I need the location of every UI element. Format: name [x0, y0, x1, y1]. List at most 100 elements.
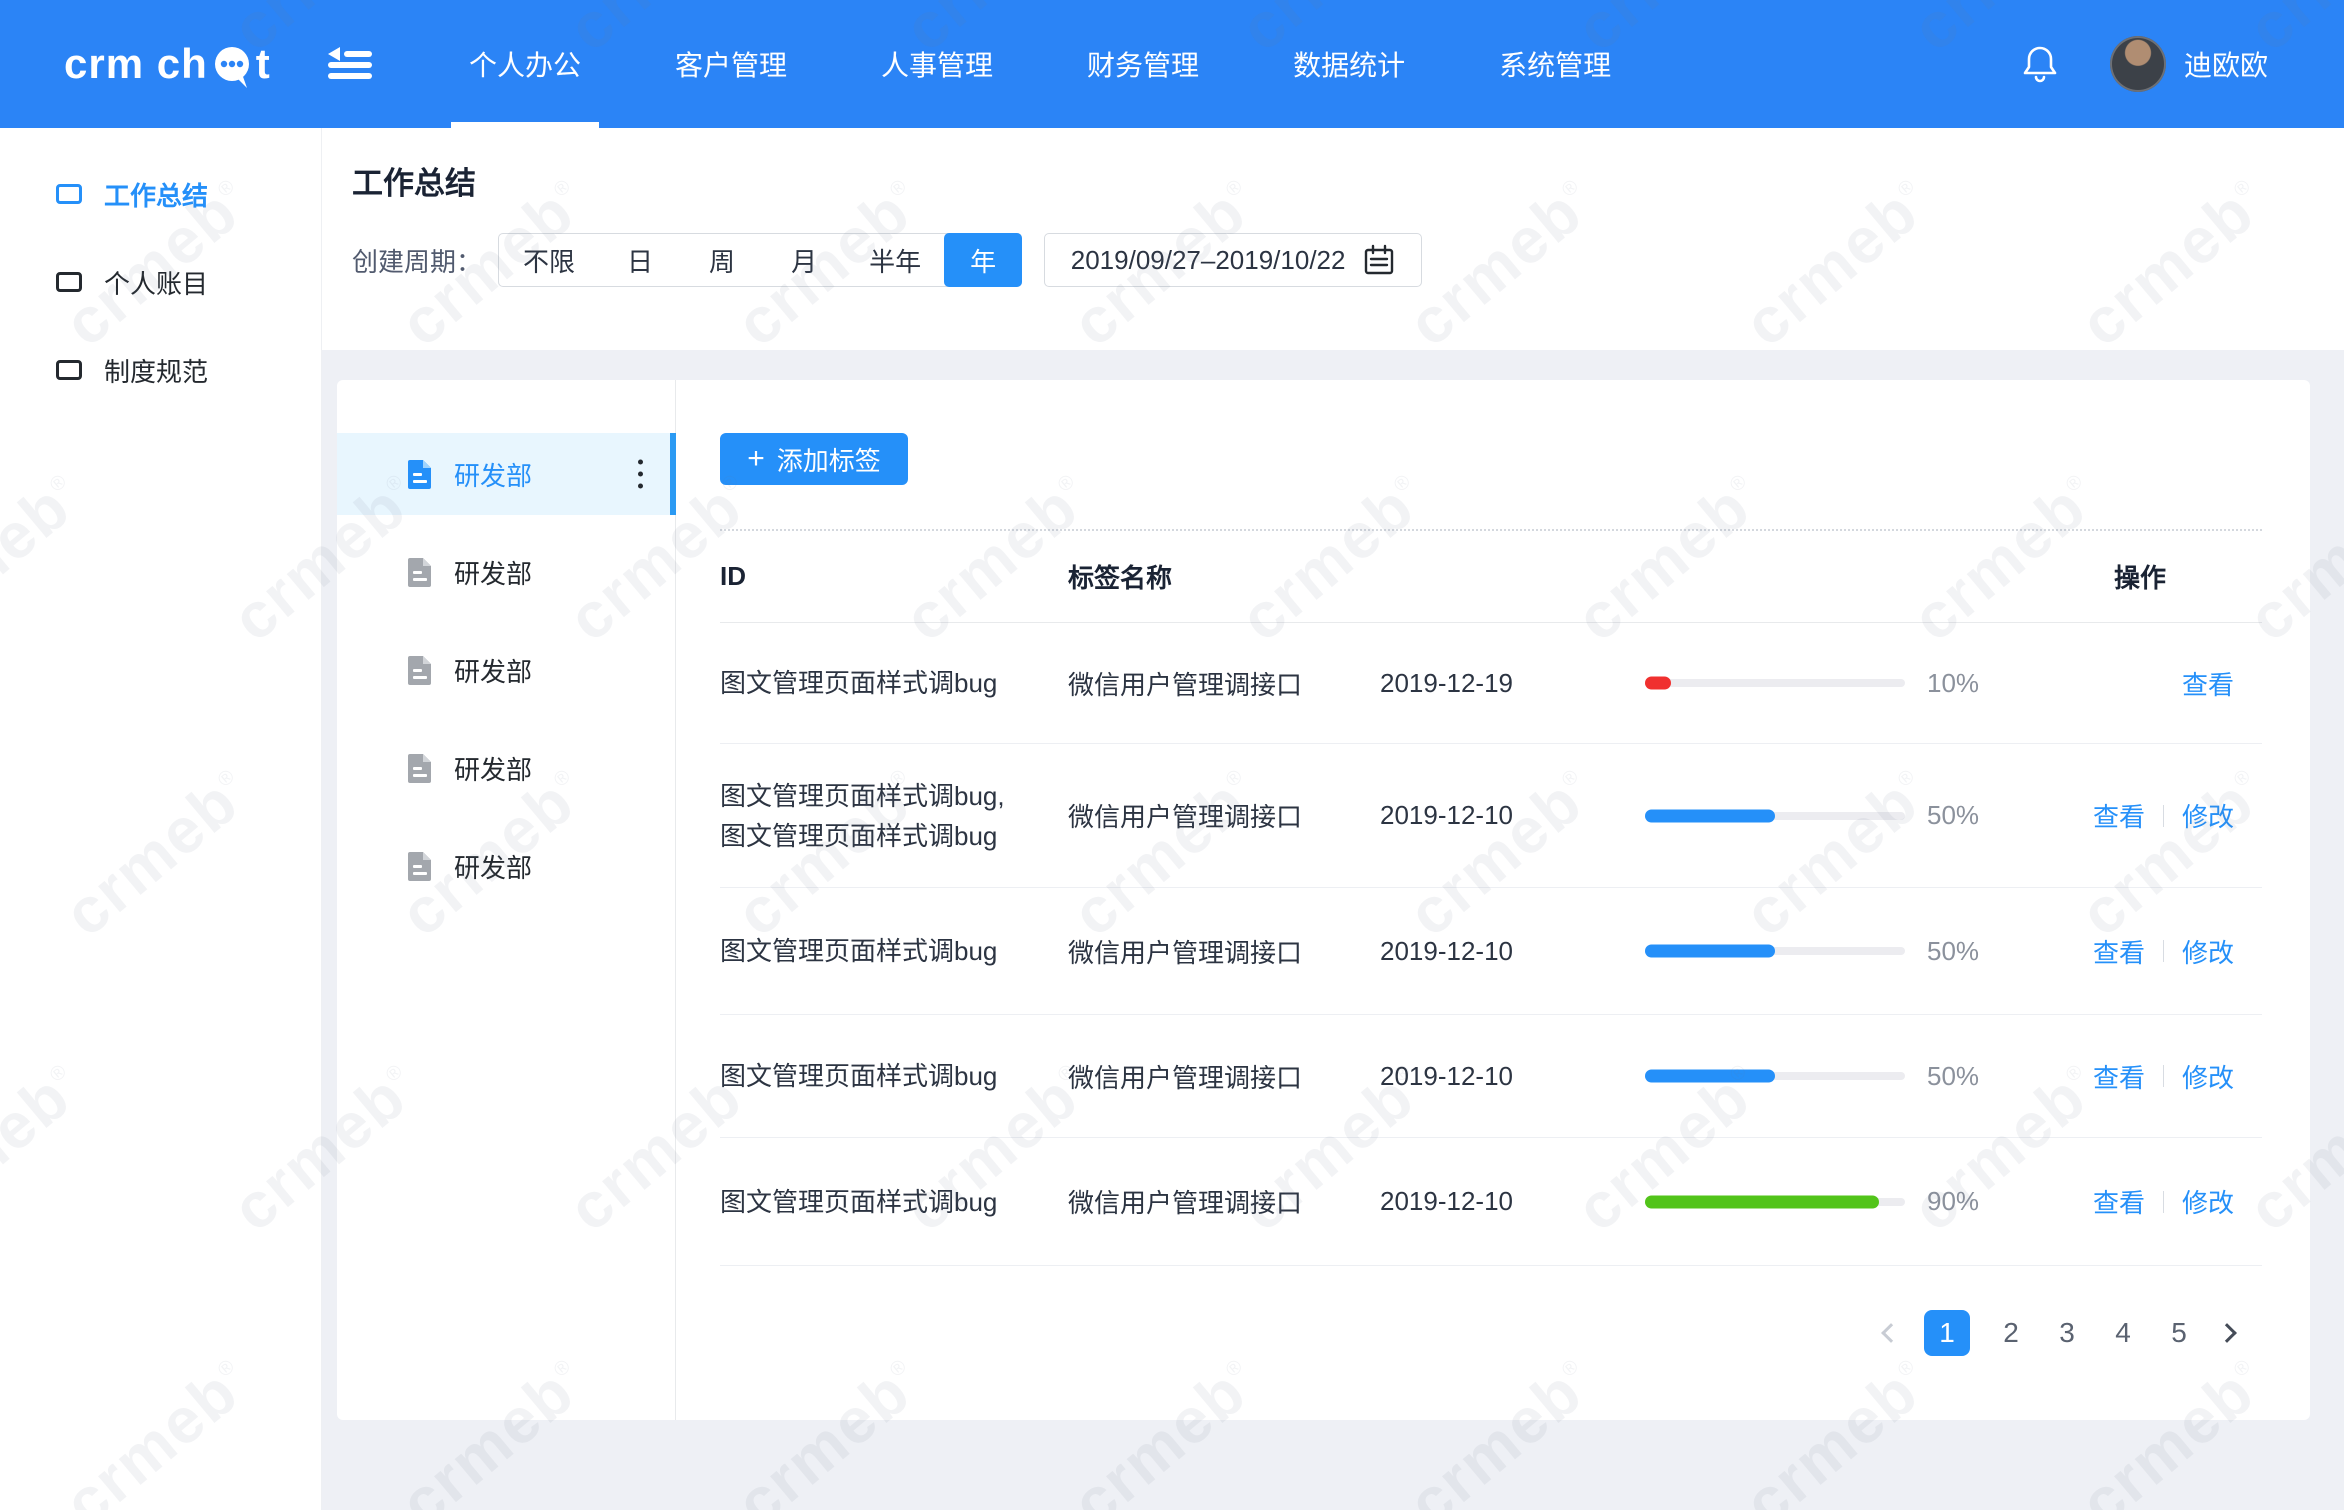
action-divider: [2163, 1191, 2164, 1213]
top-navigation: 个人办公 客户管理 人事管理 财务管理 数据统计 系统管理: [422, 0, 1658, 128]
user-name[interactable]: 迪欧欧: [2184, 44, 2268, 84]
progress-bar: [1645, 1072, 1905, 1080]
page-number-4[interactable]: 4: [2108, 1317, 2138, 1349]
cell-percent: 50%: [1927, 1061, 2015, 1092]
cell-task: 图文管理页面样式调bug, 图文管理页面样式调bug: [720, 776, 1068, 856]
add-tag-button[interactable]: + 添加标签: [720, 433, 908, 485]
page-number-1[interactable]: 1: [1924, 1310, 1970, 1356]
filter-panel: 工作总结 创建周期： 不限 日 周 月 半年 年 2019/09/27–2019…: [322, 128, 2344, 350]
chat-bubble-icon: [210, 44, 254, 90]
edit-link[interactable]: 修改: [2182, 1058, 2234, 1095]
cell-percent: 50%: [1927, 936, 2015, 967]
app-logo[interactable]: crm ch t: [0, 38, 322, 90]
logo-text-part1: crm ch: [64, 40, 208, 88]
table-row: 图文管理页面样式调bug 微信用户管理调接口 2019-12-10 50% 查看…: [720, 1015, 2262, 1138]
next-page-button[interactable]: [2220, 1326, 2234, 1340]
document-icon: [407, 753, 434, 784]
page-title: 工作总结: [352, 158, 2344, 203]
filter-label: 创建周期：: [352, 242, 482, 279]
header-right-group: 迪欧欧: [2022, 36, 2344, 92]
work-summary-card: 研发部 研发部: [337, 380, 2310, 1420]
group-more-menu-icon[interactable]: [632, 454, 649, 495]
group-item-rd-dept[interactable]: 研发部: [337, 825, 675, 907]
action-divider: [2163, 805, 2164, 827]
sidebar-item-rules[interactable]: 制度规范: [0, 326, 321, 414]
date-range-value: 2019/09/27–2019/10/22: [1071, 245, 1346, 276]
period-segmented-control: 不限 日 周 月 半年 年: [498, 233, 1022, 287]
cell-date: 2019-12-10: [1380, 1061, 1645, 1092]
segment-week[interactable]: 周: [681, 234, 763, 286]
view-link[interactable]: 查看: [2093, 797, 2145, 834]
cell-task: 图文管理页面样式调bug: [720, 1182, 1068, 1222]
group-item-rd-dept[interactable]: 研发部: [337, 727, 675, 809]
edit-link[interactable]: 修改: [2182, 933, 2234, 970]
cell-tag-name: 微信用户管理调接口: [1068, 797, 1380, 834]
prev-page-button[interactable]: [1884, 1326, 1898, 1340]
page-number-2[interactable]: 2: [1996, 1317, 2026, 1349]
group-item-rd-dept[interactable]: 研发部: [337, 433, 675, 515]
nav-item-personal-office[interactable]: 个人办公: [469, 0, 581, 128]
segment-unlimited[interactable]: 不限: [499, 234, 599, 286]
logo-text-part2: t: [256, 40, 271, 88]
plus-icon: +: [747, 444, 765, 474]
cell-percent: 90%: [1927, 1186, 2015, 1217]
table-row: 图文管理页面样式调bug 微信用户管理调接口 2019-12-10 90% 查看…: [720, 1138, 2262, 1266]
nav-item-system-mgmt[interactable]: 系统管理: [1499, 0, 1611, 128]
table-row: 图文管理页面样式调bug 微信用户管理调接口 2019-12-10 50% 查看…: [720, 888, 2262, 1015]
segment-day[interactable]: 日: [599, 234, 681, 286]
segment-year[interactable]: 年: [944, 233, 1022, 287]
department-group-list: 研发部 研发部: [337, 380, 676, 1420]
segment-half-year[interactable]: 半年: [845, 234, 945, 286]
tag-table-area: + 添加标签 ID 标签名称 操作 图文管理页面样式调bug: [676, 380, 2310, 1420]
action-divider: [2163, 1065, 2164, 1087]
document-icon: [407, 655, 434, 686]
segment-month[interactable]: 月: [763, 234, 845, 286]
cell-task: 图文管理页面样式调bug: [720, 663, 1068, 703]
sidebar-item-personal-account[interactable]: 个人账目: [0, 238, 321, 326]
user-avatar[interactable]: [2110, 36, 2166, 92]
pagination: 1 2 3 4 5: [720, 1310, 2262, 1356]
left-sidebar: 工作总结 个人账目 制度规范: [0, 128, 322, 1510]
cell-percent: 10%: [1927, 668, 2015, 699]
header-action: 操作: [2114, 558, 2166, 595]
document-icon: [407, 459, 434, 490]
sidebar-collapse-icon[interactable]: [322, 44, 382, 84]
view-link[interactable]: 查看: [2093, 933, 2145, 970]
view-link[interactable]: 查看: [2093, 1058, 2145, 1095]
cell-date: 2019-12-10: [1380, 1186, 1645, 1217]
cell-date: 2019-12-10: [1380, 936, 1645, 967]
table-row: 图文管理页面样式调bug 微信用户管理调接口 2019-12-19 10% 查看: [720, 623, 2262, 744]
page-number-3[interactable]: 3: [2052, 1317, 2082, 1349]
panel-icon: [56, 272, 82, 292]
notification-bell-icon[interactable]: [2022, 44, 2058, 84]
header-tag-name: 标签名称: [1068, 558, 1380, 595]
cell-date: 2019-12-10: [1380, 800, 1645, 831]
table-header-row: ID 标签名称 操作: [720, 531, 2262, 623]
nav-item-hr-mgmt[interactable]: 人事管理: [881, 0, 993, 128]
view-link[interactable]: 查看: [2182, 665, 2234, 702]
progress-bar: [1645, 947, 1905, 955]
progress-bar: [1645, 1198, 1905, 1206]
cell-task: 图文管理页面样式调bug: [720, 931, 1068, 971]
cell-percent: 50%: [1927, 800, 2015, 831]
panel-icon: [56, 360, 82, 380]
cell-tag-name: 微信用户管理调接口: [1068, 1058, 1380, 1095]
cell-task: 图文管理页面样式调bug: [720, 1056, 1068, 1096]
group-item-rd-dept[interactable]: 研发部: [337, 531, 675, 613]
edit-link[interactable]: 修改: [2182, 1183, 2234, 1220]
date-range-picker[interactable]: 2019/09/27–2019/10/22: [1044, 233, 1422, 287]
edit-link[interactable]: 修改: [2182, 797, 2234, 834]
document-icon: [407, 557, 434, 588]
progress-bar: [1645, 679, 1905, 687]
calendar-icon: [1363, 244, 1395, 276]
group-item-rd-dept[interactable]: 研发部: [337, 629, 675, 711]
progress-bar: [1645, 812, 1905, 820]
view-link[interactable]: 查看: [2093, 1183, 2145, 1220]
sidebar-item-work-summary[interactable]: 工作总结: [0, 150, 321, 238]
nav-item-data-stats[interactable]: 数据统计: [1293, 0, 1405, 128]
action-divider: [2163, 940, 2164, 962]
nav-item-finance-mgmt[interactable]: 财务管理: [1087, 0, 1199, 128]
cell-date: 2019-12-19: [1380, 668, 1645, 699]
nav-item-customer-mgmt[interactable]: 客户管理: [675, 0, 787, 128]
page-number-5[interactable]: 5: [2164, 1317, 2194, 1349]
